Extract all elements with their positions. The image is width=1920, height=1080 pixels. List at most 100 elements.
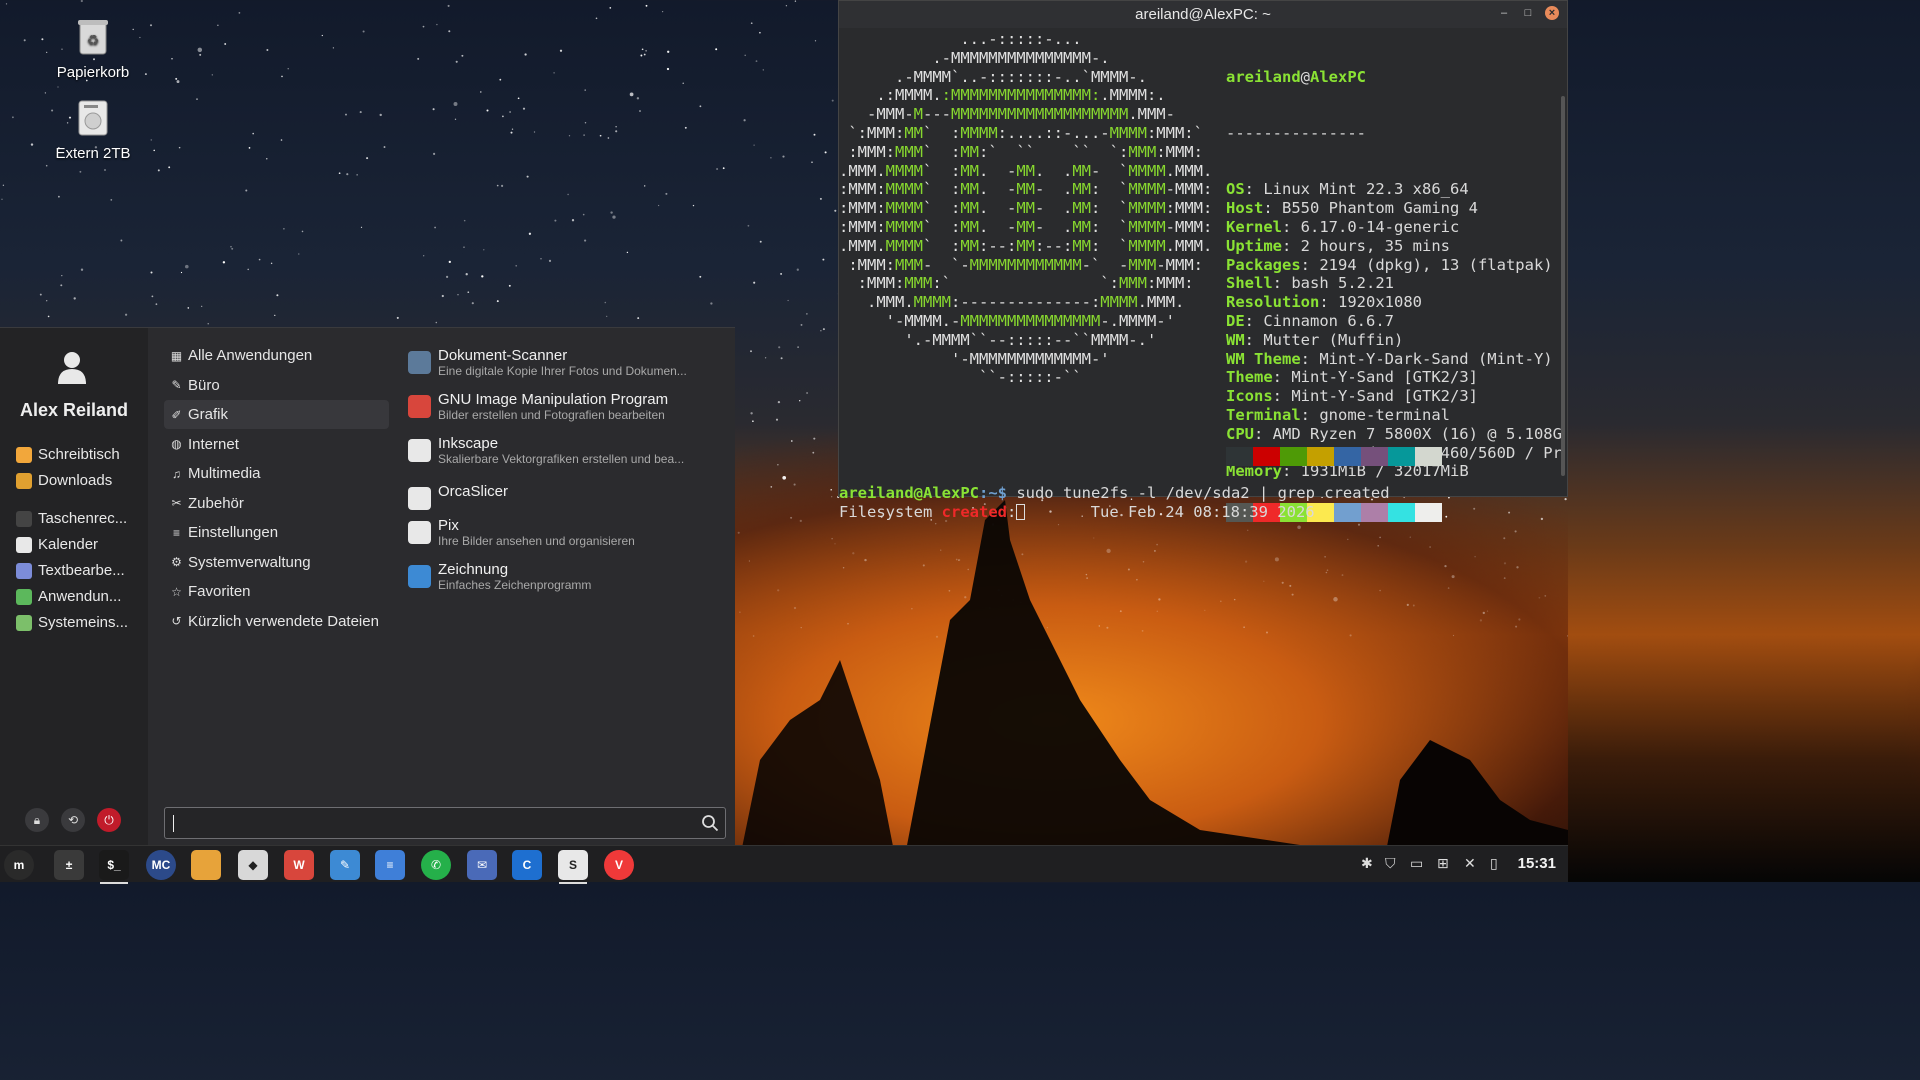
fetch-colon: : — [1272, 274, 1283, 293]
logout-button[interactable]: ⟲ — [61, 808, 85, 832]
minimize-button[interactable]: – — [1497, 6, 1511, 20]
fetch-separator: --------------- — [1226, 123, 1366, 142]
search-icon[interactable] — [701, 814, 719, 832]
vivaldi-icon: V — [604, 850, 634, 880]
category-item[interactable]: ⚙ Systemverwaltung — [164, 548, 389, 577]
clock[interactable]: 15:31 — [1518, 855, 1556, 872]
fetch-key: OS — [1226, 180, 1245, 199]
panel-launcher-calculator[interactable]: ± — [53, 849, 85, 881]
avatar[interactable] — [56, 350, 88, 384]
panel-launcher-text-editor[interactable]: ≡ — [374, 849, 406, 881]
shutdown-button[interactable]: ⏻ — [97, 808, 121, 832]
network-icon[interactable]: ⊞ — [1437, 855, 1449, 872]
favorite-app-icon — [16, 614, 32, 631]
desktop-drive[interactable]: Extern 2TB — [38, 99, 148, 162]
bluetooth-icon[interactable]: ✱ — [1361, 855, 1373, 872]
app-item[interactable]: Zeichnung Einfaches Zeichenprogramm — [408, 561, 728, 593]
panel-launcher-whatsapp[interactable]: ✆ — [420, 849, 452, 881]
desktop-drive-label: Extern 2TB — [55, 145, 131, 162]
maximize-button[interactable]: □ — [1521, 6, 1535, 20]
panel-launcher-files[interactable] — [190, 849, 222, 881]
category-icon: ⚙ — [171, 555, 182, 569]
palette-swatch — [1415, 446, 1442, 466]
panel-launcher-gimp[interactable]: W — [283, 849, 315, 881]
favorite-item[interactable]: Anwendun... — [16, 588, 141, 605]
category-item[interactable]: ☆ Favoriten — [164, 577, 389, 606]
category-item[interactable]: ◍ Internet — [164, 430, 389, 459]
palette-swatch — [1334, 446, 1361, 466]
search-box[interactable] — [164, 807, 726, 839]
category-item[interactable]: ♫ Multimedia — [164, 459, 389, 488]
output-value: Tue Feb 24 08:18:39 2026 — [1025, 503, 1315, 521]
fetch-row: Kernel: 6.17.0-14-generic — [1226, 218, 1562, 237]
terminal-scrollbar[interactable] — [1561, 96, 1565, 476]
panel-launcher-inkscape[interactable]: ◆ — [237, 849, 269, 881]
panel-launcher-codeblocks[interactable]: C — [511, 849, 543, 881]
desktop-trash[interactable]: ♻ Papierkorb — [38, 18, 148, 81]
category-label: Multimedia — [188, 465, 261, 482]
volume-muted-icon[interactable]: ✕ — [1464, 855, 1476, 872]
panel-launcher-orcaslicer[interactable]: S — [557, 849, 589, 884]
palette-swatch — [1280, 446, 1307, 466]
panel-launcher-multicommander[interactable]: MC — [145, 849, 177, 881]
fetch-key: WM Theme — [1226, 349, 1301, 368]
category-item[interactable]: ▦ Alle Anwendungen — [164, 341, 389, 370]
category-item[interactable]: ≡ Einstellungen — [164, 518, 389, 547]
panel-launcher-mail[interactable]: ✉ — [466, 849, 498, 881]
terminal-body[interactable]: ...-:::::-... .-MMMMMMMMMMMMMMM-. .-MMMM… — [839, 28, 1567, 523]
app-item[interactable]: Dokument-Scanner Eine digitale Kopie Ihr… — [408, 347, 728, 379]
search-input[interactable] — [177, 812, 697, 834]
category-item[interactable]: ✂ Zubehör — [164, 489, 389, 518]
fetch-value: Cinnamon 6.6.7 — [1254, 311, 1394, 330]
output-suffix: : — [1006, 503, 1017, 521]
category-item[interactable]: ✎ Büro — [164, 371, 389, 400]
close-button[interactable]: × — [1545, 6, 1559, 20]
category-icon: ↺ — [171, 614, 182, 628]
fetch-colon: : — [1244, 311, 1255, 330]
favorite-label: Anwendun... — [38, 588, 122, 605]
panel-launcher-vivaldi[interactable]: V — [603, 849, 635, 881]
app-item[interactable]: Inkscape Skalierbare Vektorgrafiken erst… — [408, 435, 728, 467]
fetch-key: Shell — [1226, 274, 1273, 293]
app-name: Zeichnung — [438, 561, 509, 578]
shield-icon[interactable]: ⛉ — [1385, 855, 1396, 872]
panel-launcher-mint-menu[interactable]: m — [3, 849, 35, 881]
category-label: Systemverwaltung — [188, 553, 311, 571]
fetch-colon: : — [1244, 180, 1255, 199]
inkscape-icon: ◆ — [238, 850, 268, 880]
favorite-item[interactable]: Systemeins... — [16, 614, 141, 631]
app-name: Pix — [438, 517, 459, 534]
terminal-titlebar[interactable]: areiland@AlexPC: ~ – □ × — [839, 1, 1567, 28]
start-menu[interactable]: Alex Reiland Schreibtisch Downloads Tasche… — [0, 327, 735, 846]
fetch-row: Packages: 2194 (dpkg), 13 (flatpak) — [1226, 256, 1562, 275]
mint-ascii-logo: ...-:::::-... .-MMMMMMMMMMMMMMM-. .-MMMM… — [839, 30, 1213, 387]
fetch-value: Mint-Y-Sand [GTK2/3] — [1282, 387, 1478, 406]
favorite-label: Schreibtisch — [38, 446, 120, 463]
favorite-item[interactable]: Schreibtisch — [16, 446, 141, 463]
drawing-icon: ✎ — [330, 850, 360, 880]
category-icon: ◍ — [171, 437, 182, 451]
app-item[interactable]: OrcaSlicer — [408, 483, 728, 510]
category-item[interactable]: ✐ Grafik — [164, 400, 389, 429]
panel-launcher-terminal[interactable]: $_ — [98, 849, 130, 884]
app-item[interactable]: GNU Image Manipulation Program Bilder er… — [408, 391, 728, 423]
command-line[interactable]: areiland@AlexPC:~$ sudo tune2fs -l /dev/… — [839, 484, 1390, 503]
favorite-item[interactable]: Textbearbe... — [16, 562, 141, 579]
gimp-icon: W — [284, 850, 314, 880]
display-icon[interactable]: ▭ — [1410, 855, 1423, 872]
fetch-colon: : — [1263, 199, 1273, 218]
favorite-item[interactable]: Downloads — [16, 472, 141, 489]
category-item[interactable]: ↺ Kürzlich verwendete Dateien — [164, 607, 389, 636]
favorite-app-icon — [16, 536, 32, 553]
app-icon — [408, 351, 431, 374]
terminal-window[interactable]: areiland@AlexPC: ~ – □ × ...-:::::-... .… — [838, 0, 1568, 523]
lock-screen-button[interactable]: 🔒︎ — [25, 808, 49, 832]
app-item[interactable]: Pix Ihre Bilder ansehen und organisieren — [408, 517, 728, 549]
battery-icon[interactable]: ▯ — [1490, 855, 1498, 872]
favorite-item[interactable]: Kalender — [16, 536, 141, 553]
palette-swatch — [1226, 446, 1253, 466]
app-description: Einfaches Zeichenprogramm — [438, 578, 592, 592]
panel-launcher-drawing[interactable]: ✎ — [329, 849, 361, 881]
favorite-item[interactable]: Taschenrec... — [16, 510, 141, 527]
fetch-row: Host: B550 Phantom Gaming 4 — [1226, 199, 1562, 218]
